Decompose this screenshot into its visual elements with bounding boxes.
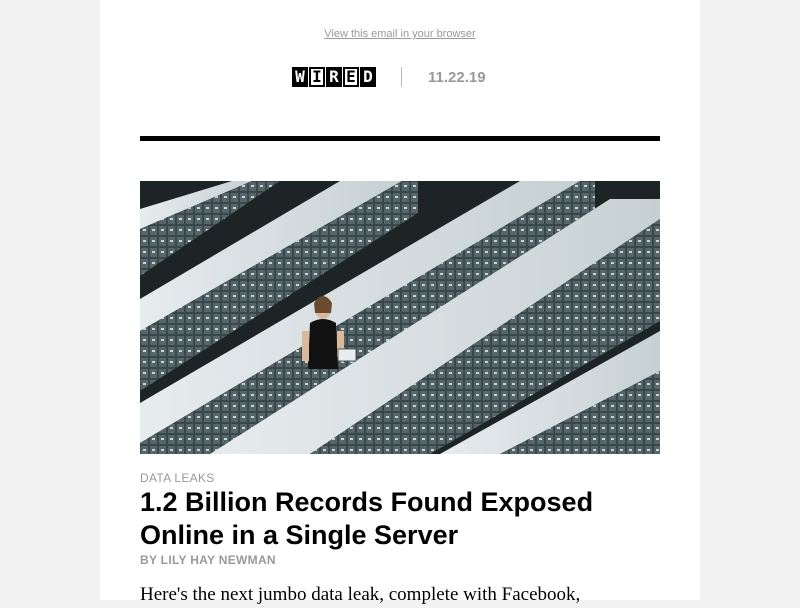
issue-date: 11.22.19 — [428, 68, 486, 86]
hero-image[interactable] — [140, 181, 660, 454]
header-rule — [140, 136, 660, 141]
article-excerpt: Here's the next jumbo data leak, complet… — [140, 584, 581, 605]
logo-letter-e: E — [343, 67, 359, 87]
masthead: W I R E D 11.22.19 — [292, 66, 486, 88]
wired-logo[interactable]: W I R E D — [292, 66, 377, 88]
card-catalog-photo — [140, 181, 660, 454]
logo-letter-d: D — [360, 67, 376, 87]
article-category[interactable]: DATA LEAKS — [140, 471, 215, 485]
logo-letter-w: W — [292, 67, 308, 87]
logo-letter-i: I — [309, 67, 325, 87]
view-in-browser-link[interactable]: View this email in your browser — [100, 28, 700, 40]
masthead-divider — [401, 67, 402, 87]
article-headline[interactable]: 1.2 Billion Records Found Exposed Online… — [140, 486, 660, 552]
logo-letter-r: R — [326, 67, 342, 87]
article-byline: BY LILY HAY NEWMAN — [140, 553, 276, 567]
email-container: View this email in your browser W I R E … — [100, 0, 700, 605]
